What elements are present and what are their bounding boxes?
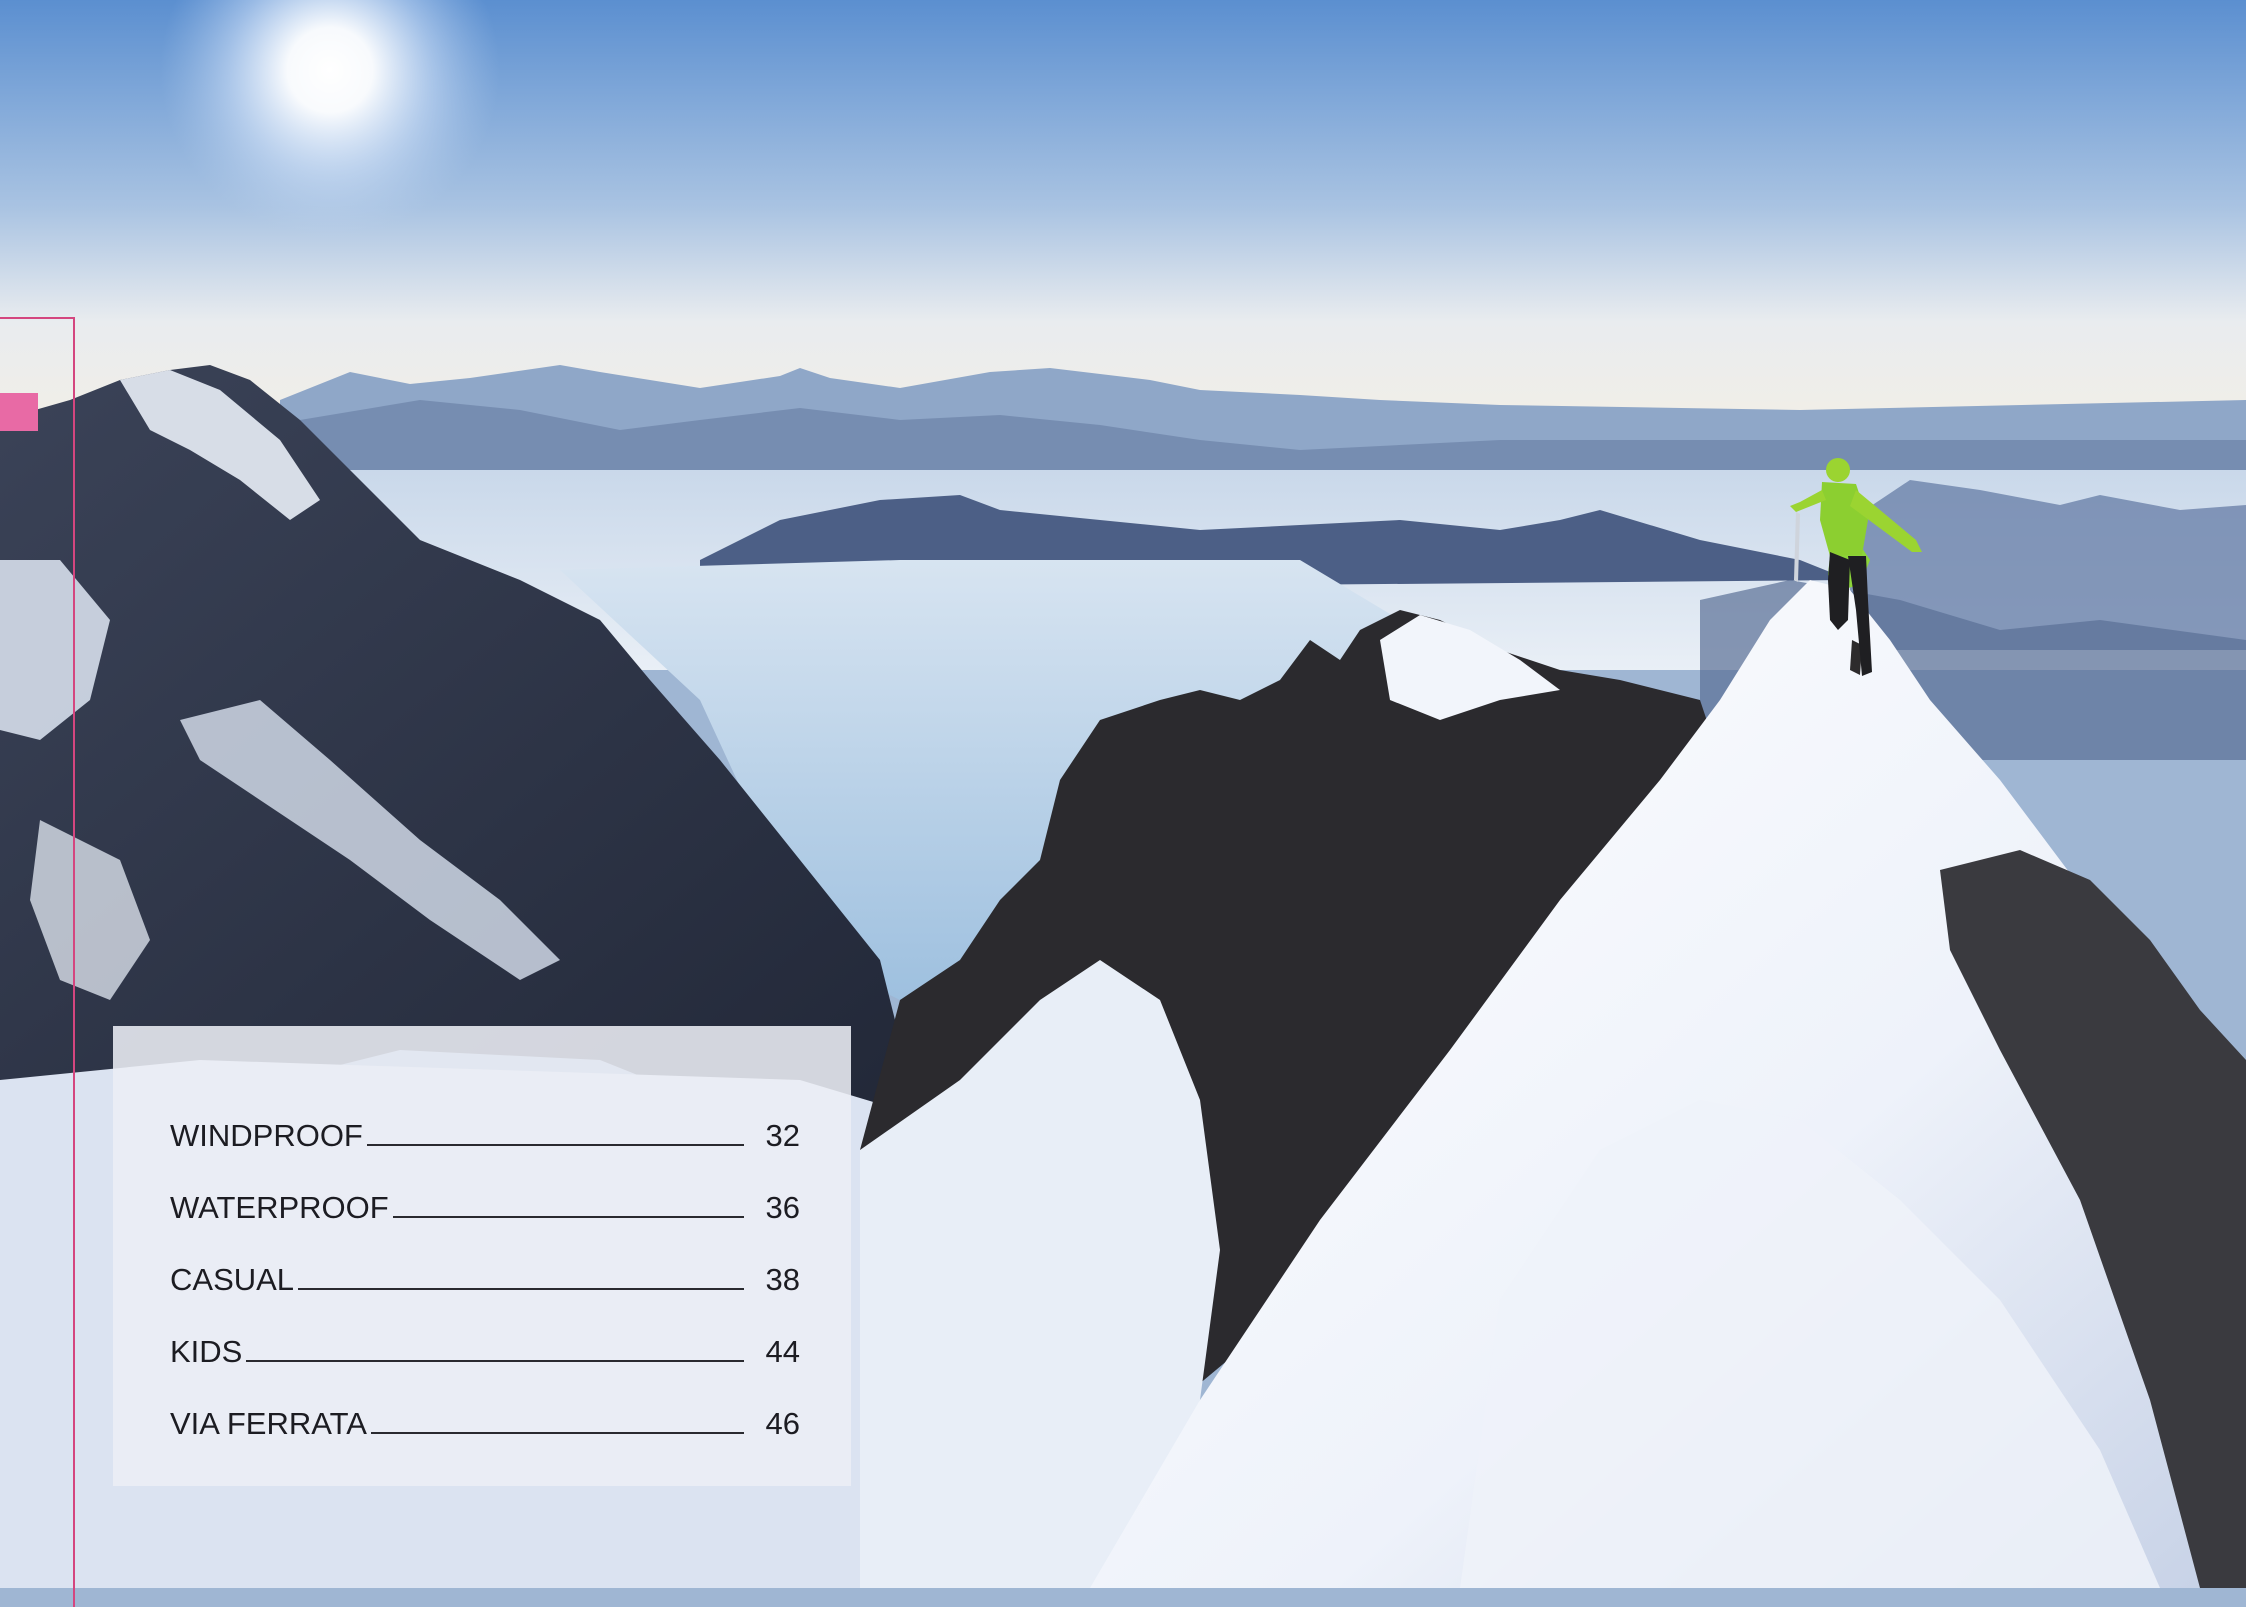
toc-item-windproof[interactable]: WINDPROOF 32: [170, 1082, 800, 1154]
toc-item-casual[interactable]: CASUAL 38: [170, 1226, 800, 1298]
toc-leader-line: [370, 1431, 744, 1434]
toc-item-label: WINDPROOF: [170, 1118, 363, 1153]
toc-item-via-ferrata[interactable]: VIA FERRATA 46: [170, 1370, 800, 1442]
accent-frame-line: [0, 317, 75, 1607]
toc-item-label: VIA FERRATA: [170, 1406, 367, 1441]
toc-item-page: 46: [765, 1406, 800, 1441]
toc-leader-line: [392, 1215, 744, 1218]
toc-item-waterproof[interactable]: WATERPROOF 36: [170, 1154, 800, 1226]
toc-leader-line: [366, 1143, 744, 1146]
toc-item-page: 44: [765, 1334, 800, 1369]
toc-list: WINDPROOF 32 WATERPROOF 36 CASUAL 38 KID…: [170, 1082, 800, 1442]
toc-leader-line: [298, 1287, 744, 1290]
toc-item-label: WATERPROOF: [170, 1190, 389, 1225]
table-of-contents-panel: WINDPROOF 32 WATERPROOF 36 CASUAL 38 KID…: [113, 1026, 851, 1486]
toc-item-label: CASUAL: [170, 1262, 295, 1297]
toc-item-page: 32: [765, 1118, 800, 1153]
accent-tab: [0, 393, 38, 431]
toc-leader-line: [246, 1359, 744, 1362]
toc-item-page: 38: [765, 1262, 800, 1297]
toc-item-kids[interactable]: KIDS 44: [170, 1298, 800, 1370]
toc-item-label: KIDS: [170, 1334, 243, 1369]
toc-item-page: 36: [765, 1190, 800, 1225]
